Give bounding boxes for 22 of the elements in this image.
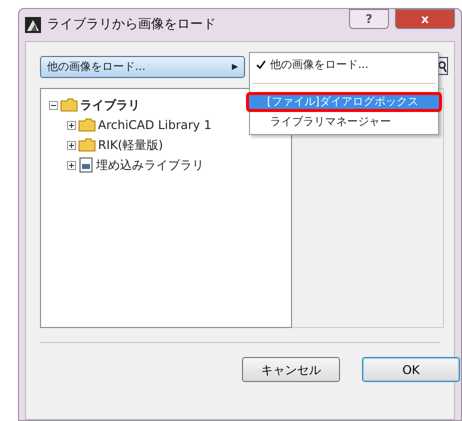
expand-toggle[interactable] — [67, 120, 76, 130]
menu-item[interactable]: 他の画像をロード... — [250, 55, 438, 75]
menu-item[interactable]: ライブラリマネージャー — [250, 112, 438, 132]
cancel-button[interactable]: キャンセル — [242, 357, 340, 382]
folder-icon — [78, 138, 96, 152]
tree-item[interactable]: ライブラリ — [80, 96, 140, 114]
tree-item[interactable]: RIK(軽量版) — [98, 136, 164, 154]
tree-item[interactable]: 埋め込みライブラリ — [96, 156, 204, 174]
document-icon — [78, 157, 94, 173]
expand-toggle[interactable] — [67, 140, 76, 150]
ok-button[interactable]: OK — [362, 357, 460, 382]
window-title: ライブラリから画像をロード — [47, 16, 216, 34]
folder-icon — [60, 98, 78, 112]
help-button[interactable]: ? — [349, 9, 389, 29]
close-button[interactable]: x — [395, 9, 455, 29]
app-icon — [25, 17, 41, 33]
collapse-toggle[interactable] — [49, 100, 58, 110]
expand-toggle[interactable] — [67, 160, 76, 170]
tree-item[interactable]: ArchiCAD Library 1 — [98, 116, 212, 134]
folder-icon — [78, 118, 96, 132]
source-dropdown[interactable]: 他の画像をロード... ▶ — [40, 56, 245, 78]
check-icon — [256, 60, 266, 70]
